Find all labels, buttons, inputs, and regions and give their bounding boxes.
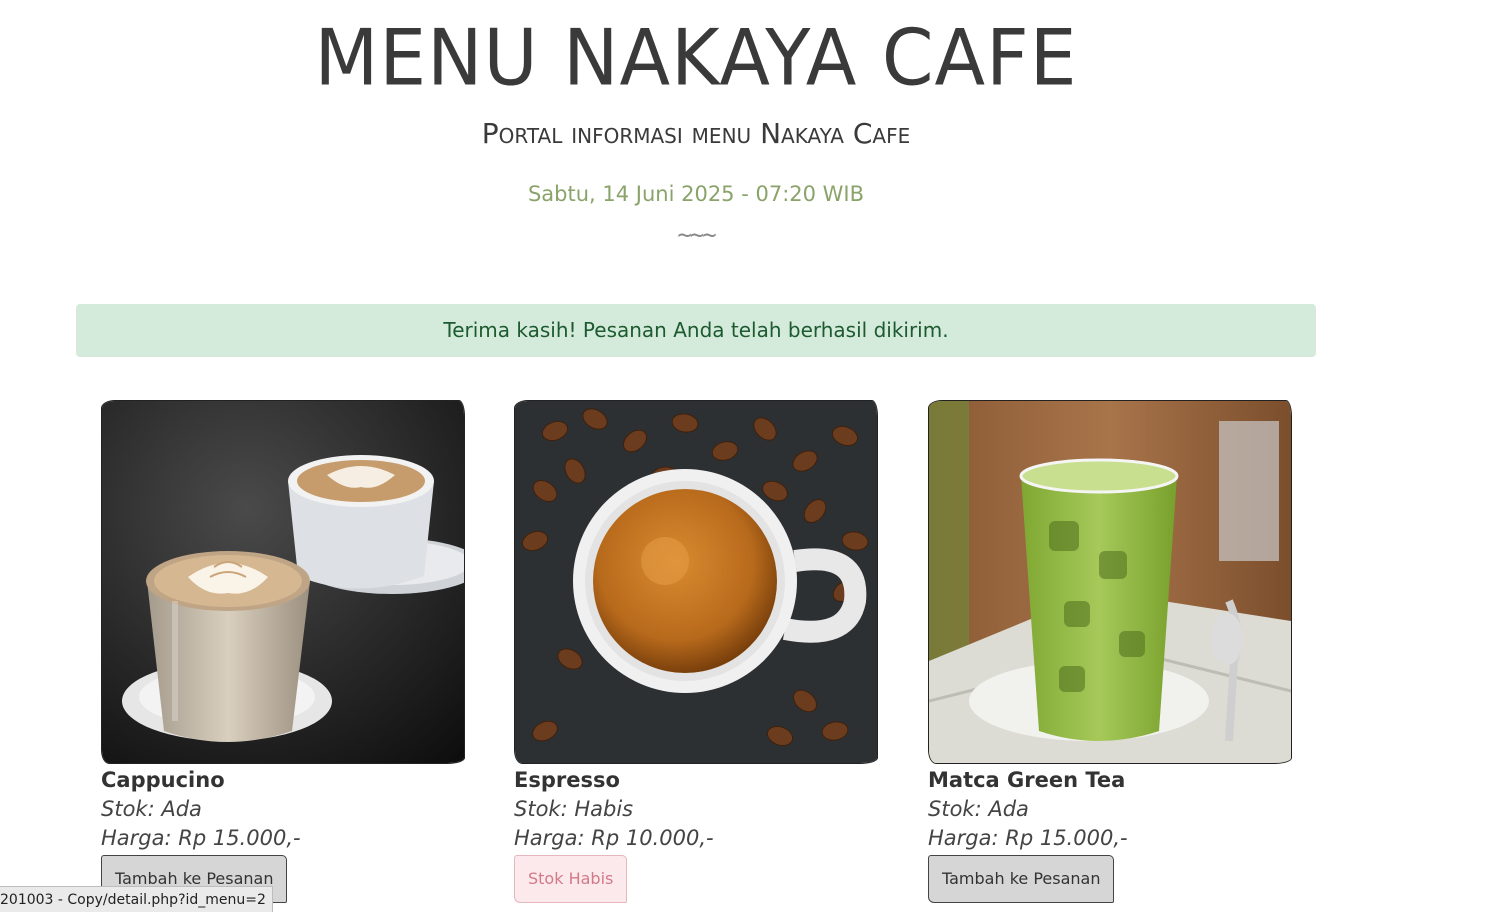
menu-card-espresso: Espresso Stok: Habis Harga: Rp 10.000,- … xyxy=(514,400,884,903)
menu-item-stock: Stok: Habis xyxy=(514,797,634,821)
menu-card-matca-green-tea: Matca Green Tea Stok: Ada Harga: Rp 15.0… xyxy=(928,400,1298,903)
espresso-photo-graphic xyxy=(515,401,877,763)
page-title: MENU NAKAYA CAFE xyxy=(314,12,1078,104)
tilde-divider: ~~~ xyxy=(677,221,716,249)
page-subtitle: Portal informasi menu Nakaya Cafe xyxy=(481,117,911,150)
page: MENU NAKAYA CAFE Portal informasi menu N… xyxy=(0,0,1485,912)
success-alert: Terima kasih! Pesanan Anda telah berhasi… xyxy=(76,304,1316,357)
menu-item-name[interactable]: Matca Green Tea xyxy=(928,766,1298,795)
status-bar-url: 201003 - Copy/detail.php?id_menu=2 xyxy=(0,892,266,908)
add-to-order-button[interactable]: Tambah ke Pesanan xyxy=(928,855,1115,903)
cappuccino-photo-graphic xyxy=(102,401,464,763)
espresso-cup-coffee-beans-image[interactable] xyxy=(514,400,878,764)
menu-item-price: Harga: Rp 10.000,- xyxy=(514,826,714,850)
browser-status-bar: 201003 - Copy/detail.php?id_menu=2 xyxy=(0,886,273,912)
success-alert-message: Terima kasih! Pesanan Anda telah berhasi… xyxy=(443,318,949,342)
menu-item-stock: Stok: Ada xyxy=(928,797,1029,821)
menu-item-price: Harga: Rp 15.000,- xyxy=(928,826,1128,850)
menu-item-name[interactable]: Espresso xyxy=(514,766,884,795)
menu-item-name[interactable]: Cappucino xyxy=(101,766,471,795)
current-datetime: Sabtu, 14 Juni 2025 - 07:20 WIB xyxy=(527,182,865,206)
out-of-stock-button[interactable]: Stok Habis xyxy=(514,855,628,903)
iced-matcha-glass-image[interactable] xyxy=(928,400,1292,764)
menu-item-price: Harga: Rp 15.000,- xyxy=(101,826,301,850)
menu-card-cappucino: Cappucino Stok: Ada Harga: Rp 15.000,- T… xyxy=(101,400,471,903)
menu-item-stock: Stok: Ada xyxy=(101,797,202,821)
matcha-photo-graphic xyxy=(929,401,1291,763)
cappuccino-latte-art-image[interactable] xyxy=(101,400,465,764)
